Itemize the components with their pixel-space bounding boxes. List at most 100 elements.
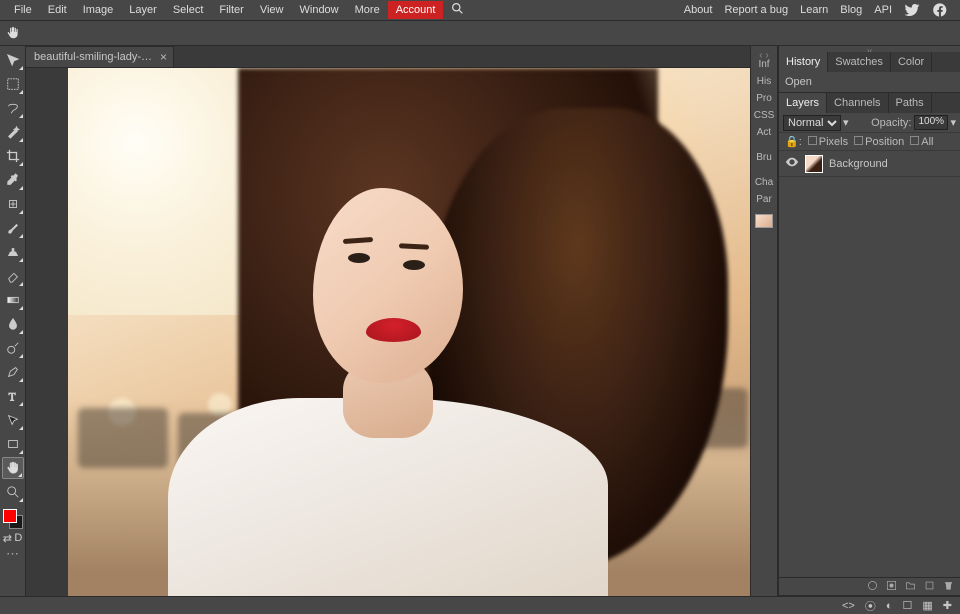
crop-tool[interactable] (2, 145, 24, 167)
lasso-tool[interactable] (2, 97, 24, 119)
canvas-area[interactable] (26, 68, 750, 596)
menu-image[interactable]: Image (75, 1, 122, 19)
menu-file[interactable]: File (6, 1, 40, 19)
clone-stamp-tool[interactable] (2, 241, 24, 263)
channels-tab[interactable]: Channels (827, 93, 888, 113)
lock-all[interactable]: All (910, 136, 933, 148)
path-select-tool[interactable] (2, 409, 24, 431)
canvas[interactable] (68, 68, 750, 596)
move-tool[interactable] (2, 49, 24, 71)
histogram-panel-tab[interactable]: His (757, 73, 771, 90)
history-tab[interactable]: History (779, 52, 828, 72)
new-folder-icon[interactable] (905, 580, 916, 594)
brush-tool[interactable] (2, 217, 24, 239)
paragraph-panel-tab[interactable]: Par (756, 191, 772, 208)
lock-pixels[interactable]: Pixels (808, 136, 848, 148)
status-record-icon[interactable]: ⦿ (865, 598, 876, 614)
new-layer-icon[interactable] (924, 580, 935, 594)
hand-tool[interactable] (2, 457, 24, 479)
options-bar (0, 21, 960, 46)
layers-tab[interactable]: Layers (779, 93, 827, 113)
gradient-tool[interactable] (2, 289, 24, 311)
document-tab-label: beautiful-smiling-lady-… (34, 51, 152, 63)
eraser-tool[interactable] (2, 265, 24, 287)
swatch-controls: ⇄ D (2, 532, 24, 544)
paths-tab[interactable]: Paths (889, 93, 932, 113)
menu-select[interactable]: Select (165, 1, 212, 19)
color-swatches[interactable] (2, 508, 24, 530)
opacity-slider-icon[interactable]: ▾ (950, 116, 956, 129)
actions-panel-tab[interactable]: Act (757, 124, 771, 141)
navigator-panel-tab[interactable] (755, 214, 773, 228)
document-tab[interactable]: beautiful-smiling-lady-… × (26, 46, 174, 67)
menu-filter[interactable]: Filter (211, 1, 251, 19)
status-screen-icon[interactable]: ☐ (903, 599, 913, 612)
link-blog[interactable]: Blog (834, 1, 868, 19)
menu-account[interactable]: Account (388, 1, 444, 19)
swap-colors-icon[interactable]: ⇄ (3, 532, 12, 544)
character-panel-tab[interactable]: Cha (755, 174, 773, 191)
layer-list: Background (779, 151, 960, 577)
opacity-label: Opacity: (871, 117, 911, 129)
tools-panel: T ⇄ D ⋯ (0, 46, 26, 596)
blur-tool[interactable] (2, 313, 24, 335)
css-panel-tab[interactable]: CSS (754, 107, 775, 124)
link-report[interactable]: Report a bug (718, 1, 794, 19)
status-bar: <> ⦿ ◐ ☐ ▦ ✚ (0, 596, 960, 614)
eyedropper-tool[interactable] (2, 169, 24, 191)
layer-effects-icon[interactable] (867, 580, 878, 594)
right-panels: ›‹ History Swatches Color Open Layers Ch… (778, 46, 960, 596)
color-tab[interactable]: Color (891, 52, 932, 72)
menu-window[interactable]: Window (292, 1, 347, 19)
brush-panel-tab[interactable]: Bru (756, 149, 772, 166)
layer-name[interactable]: Background (829, 158, 888, 170)
history-panel: History Swatches Color Open (779, 52, 960, 93)
layer-thumbnail[interactable] (805, 155, 823, 173)
default-colors-icon[interactable]: D (14, 532, 22, 544)
link-api[interactable]: API (868, 1, 898, 19)
twitter-icon[interactable] (898, 0, 926, 21)
info-panel-tab[interactable]: Inf (758, 56, 769, 73)
history-entry[interactable]: Open (785, 76, 954, 88)
workspace: beautiful-smiling-lady-… × (26, 46, 750, 596)
toolbar-more-icon[interactable]: ⋯ (6, 546, 19, 562)
magic-wand-tool[interactable] (2, 121, 24, 143)
status-expand-icon[interactable]: <> (842, 600, 855, 612)
blend-mode-select[interactable]: Normal (783, 115, 841, 131)
pen-tool[interactable] (2, 361, 24, 383)
layers-footer (779, 577, 960, 595)
menu-more[interactable]: More (347, 1, 388, 19)
hand-tool-indicator-icon (4, 24, 22, 42)
zoom-tool[interactable] (2, 481, 24, 503)
type-tool[interactable]: T (2, 385, 24, 407)
status-add-icon[interactable]: ✚ (943, 599, 952, 612)
foreground-color-swatch[interactable] (3, 509, 17, 523)
rect-select-tool[interactable] (2, 73, 24, 95)
blend-mode-dropdown-icon[interactable]: ▾ (843, 116, 849, 129)
layers-panel: Layers Channels Paths Normal ▾ Opacity: … (779, 93, 960, 596)
menu-search-icon[interactable] (443, 0, 472, 21)
link-about[interactable]: About (678, 1, 719, 19)
opacity-value[interactable]: 100% (914, 115, 948, 130)
status-theme-icon[interactable]: ◐ (886, 600, 893, 612)
close-tab-icon[interactable]: × (160, 50, 167, 64)
facebook-icon[interactable] (926, 0, 954, 21)
properties-panel-tab[interactable]: Pro (756, 90, 772, 107)
svg-text:T: T (8, 391, 15, 403)
rectangle-tool[interactable] (2, 433, 24, 455)
visibility-eye-icon[interactable] (785, 155, 799, 172)
status-pixel-icon[interactable]: ▦ (922, 599, 932, 612)
spot-heal-tool[interactable] (2, 193, 24, 215)
lock-icon: 🔒: (785, 135, 802, 148)
lock-position[interactable]: Position (854, 136, 904, 148)
menu-layer[interactable]: Layer (121, 1, 165, 19)
menu-edit[interactable]: Edit (40, 1, 75, 19)
delete-layer-icon[interactable] (943, 580, 954, 594)
layer-mask-icon[interactable] (886, 580, 897, 594)
menu-view[interactable]: View (252, 1, 292, 19)
layer-row[interactable]: Background (779, 151, 960, 177)
dodge-tool[interactable] (2, 337, 24, 359)
collapsed-panel-strip: ‹ › Inf His Pro CSS Act Bru Cha Par (750, 46, 778, 596)
link-learn[interactable]: Learn (794, 1, 834, 19)
swatches-tab[interactable]: Swatches (828, 52, 891, 72)
